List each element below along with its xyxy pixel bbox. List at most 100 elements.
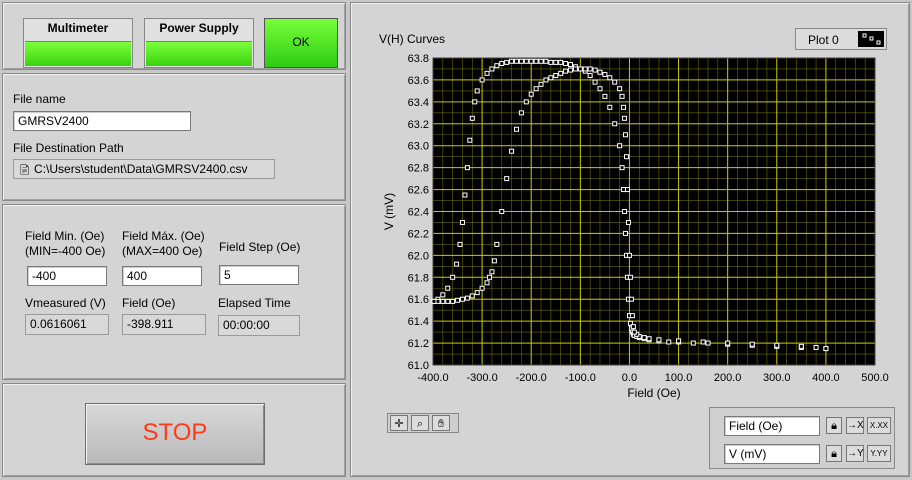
file-panel: File name GMRSV2400 File Destination Pat…: [2, 73, 346, 201]
data-point: [489, 66, 495, 72]
data-point: [484, 70, 490, 76]
data-point: [568, 67, 574, 73]
x-scale-name[interactable]: Field (Oe): [724, 416, 820, 436]
x-lock-icon[interactable]: 🔒︎: [826, 417, 842, 434]
data-point: [617, 86, 623, 92]
data-point: [472, 99, 478, 105]
x-tick-label: 500.0: [861, 372, 889, 384]
data-point: [479, 285, 485, 291]
data-point: [577, 66, 583, 72]
field-label: Field (Oe): [122, 296, 176, 310]
vh-chart[interactable]: -400.0 -300.0 -200.0 -100.0 0.0 100.0 200.0 300…: [351, 3, 911, 413]
y-scale-name[interactable]: V (mV): [724, 444, 820, 464]
y-tick-label: 61.4: [408, 316, 429, 328]
data-point: [798, 343, 804, 349]
data-point: [568, 62, 574, 68]
data-point: [607, 104, 613, 110]
data-point: [641, 335, 647, 341]
data-point: [612, 79, 618, 85]
data-point: [749, 341, 755, 347]
data-point: [464, 165, 470, 171]
data-point: [518, 58, 524, 64]
y-tick-label: 61.0: [408, 360, 429, 372]
data-point: [445, 298, 451, 304]
multimeter-button[interactable]: Multimeter: [23, 18, 133, 68]
pan-tool-icon[interactable]: ✋︎: [432, 415, 450, 431]
y-tick-label: 63.8: [408, 53, 429, 65]
crosshair-tool-icon[interactable]: ✛: [390, 415, 408, 431]
data-point: [619, 93, 625, 99]
x-axis-label: Field (Oe): [627, 386, 680, 400]
data-point: [823, 346, 829, 352]
x-format-button[interactable]: X.XX: [867, 417, 891, 434]
field-min-input[interactable]: -400: [27, 266, 107, 286]
data-point: [484, 280, 490, 286]
data-point: [533, 86, 539, 92]
data-point: [624, 187, 630, 193]
data-point: [813, 344, 819, 350]
data-point: [504, 176, 510, 182]
data-point: [558, 59, 564, 65]
data-point: [676, 338, 682, 344]
data-point: [623, 154, 629, 160]
data-point: [494, 241, 500, 247]
data-point: [528, 58, 534, 64]
power-supply-button[interactable]: Power Supply: [144, 18, 254, 68]
data-point: [630, 324, 636, 330]
data-point: [459, 219, 465, 225]
data-point: [518, 110, 524, 116]
x-tick-label: 200.0: [714, 372, 742, 384]
field-step-input[interactable]: 5: [219, 265, 299, 285]
data-point: [646, 336, 652, 342]
x-tick-label: 0.0: [622, 372, 637, 384]
y-format-button[interactable]: Y.YY: [867, 445, 891, 462]
y-tick-label: 63.2: [408, 119, 429, 131]
zoom-tool-icon[interactable]: ⌕: [411, 415, 429, 431]
y-tick-label: 61.8: [408, 272, 429, 284]
vmeasured-label: Vmeasured (V): [25, 296, 106, 310]
data-point: [553, 59, 559, 65]
x-tick-label: -100.0: [565, 372, 596, 384]
instrument-panel: Multimeter Power Supply OK: [2, 2, 346, 70]
ok-button[interactable]: OK: [264, 18, 338, 68]
data-point: [597, 69, 603, 75]
data-point: [563, 60, 569, 66]
y-autoscale-icon[interactable]: →Y: [846, 445, 864, 462]
x-tick-label: -400.0: [417, 372, 448, 384]
stop-button[interactable]: STOP: [85, 403, 265, 465]
elapsed-time-indicator: 00:00:00: [218, 315, 300, 336]
data-point: [491, 258, 497, 264]
data-point: [469, 293, 475, 299]
file-path-field[interactable]: 📄︎ C:\Users\student\Data\GMRSV2400.csv: [13, 159, 275, 179]
data-point: [486, 274, 492, 280]
data-point: [455, 297, 461, 303]
data-point: [464, 295, 470, 301]
data-point: [543, 58, 549, 64]
data-point: [513, 126, 519, 132]
data-point: [631, 329, 637, 335]
data-point: [467, 137, 473, 143]
data-point: [656, 337, 662, 343]
data-point: [602, 71, 608, 77]
field-max-input[interactable]: 400: [122, 266, 202, 286]
data-point: [621, 104, 627, 110]
data-point: [587, 66, 593, 72]
data-point: [489, 269, 495, 275]
y-tick-label: 63.6: [408, 75, 429, 87]
data-point: [538, 81, 544, 87]
y-tick-label: 61.6: [408, 294, 429, 306]
data-point: [538, 58, 544, 64]
data-point: [431, 298, 437, 304]
y-lock-icon[interactable]: 🔒︎: [826, 445, 842, 462]
path-icon: 📄︎: [18, 165, 31, 176]
data-point: [454, 261, 460, 267]
data-point: [582, 66, 588, 72]
field-max-label: Field Máx. (Oe) (MAX=400 Oe): [122, 229, 205, 258]
y-tick-label: 62.6: [408, 185, 429, 197]
data-point: [509, 58, 515, 64]
x-autoscale-icon[interactable]: →X: [846, 417, 864, 434]
file-path-label: File Destination Path: [13, 141, 124, 155]
data-point: [553, 73, 559, 79]
data-point: [627, 274, 633, 280]
file-name-input[interactable]: GMRSV2400: [13, 111, 191, 131]
